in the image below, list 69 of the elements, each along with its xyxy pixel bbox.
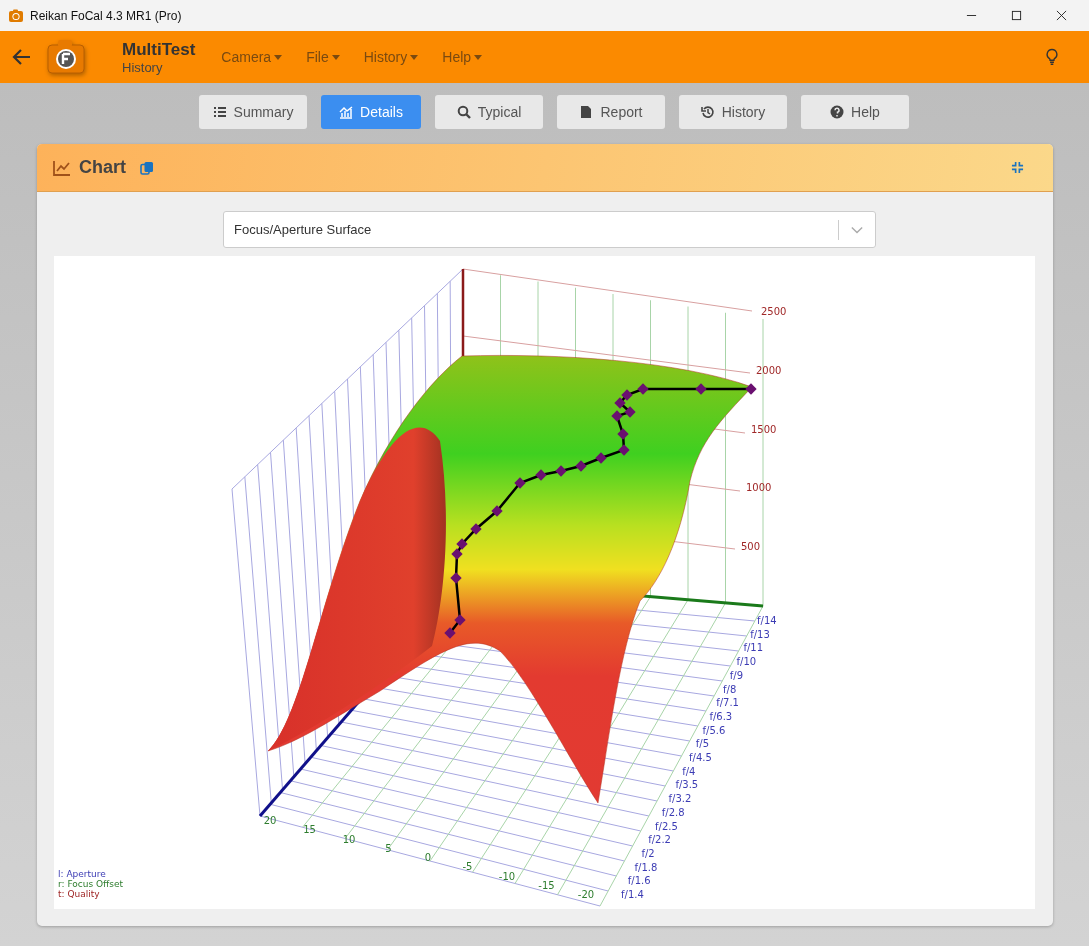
axis-legend-label: l: Aperture	[58, 869, 106, 879]
axis-tick-label: f/2	[641, 847, 655, 859]
tab[interactable]: Typical	[435, 95, 543, 129]
axis-tick-label: f/8	[723, 683, 737, 695]
axis-tick-label: 15	[303, 824, 316, 836]
menu-dropdown[interactable]: File	[294, 49, 352, 65]
axis-tick-label: 2000	[756, 364, 782, 376]
tab[interactable]: Details	[321, 95, 421, 129]
axis-tick-label: 1000	[746, 482, 772, 494]
panel-title: Chart	[79, 157, 126, 178]
axis-tick-label: f/2.8	[661, 806, 685, 818]
axis-tick-label: f/5	[695, 738, 710, 750]
tab[interactable]: Help	[801, 95, 909, 129]
app-subtitle: History	[122, 59, 164, 75]
axis-tick-label: 20	[263, 815, 277, 826]
axis-tick-label: f/1.8	[634, 861, 658, 873]
magnifier-icon	[456, 105, 471, 119]
axis-tick-label: f/10	[736, 656, 757, 668]
chart-type-select[interactable]: Focus/Aperture Surface	[223, 211, 876, 248]
axis-tick-label: f/11	[743, 642, 764, 654]
list-icon	[212, 105, 227, 119]
axis-tick-label: f/1.4	[621, 889, 644, 900]
axis-tick-label: f/2.2	[648, 834, 671, 846]
axis-tick-label: f/2.5	[655, 820, 678, 832]
axis-tick-label: f/3.2	[668, 793, 692, 805]
axis-tick-label: f/1.6	[627, 875, 651, 887]
lightbulb-icon[interactable]	[1045, 48, 1059, 66]
axis-tick-label: -5	[462, 861, 473, 873]
tab[interactable]: Report	[557, 95, 665, 129]
axis-tick-label: 5	[385, 842, 392, 854]
app-title: MultiTest	[122, 39, 196, 60]
axis-tick-label: f/9	[729, 669, 744, 681]
line-chart-icon	[53, 159, 71, 176]
app-icon	[8, 7, 24, 24]
axis-tick-label: 2500	[761, 306, 787, 317]
axis-tick-label: 1500	[751, 423, 777, 435]
close-icon[interactable]	[1056, 10, 1067, 21]
menu-dropdown[interactable]: History	[351, 49, 431, 65]
axis-tick-label: f/4.5	[689, 752, 712, 763]
axis-tick-label: 500	[741, 541, 761, 552]
history-icon	[700, 105, 715, 119]
axis-tick-label: 10	[342, 833, 356, 845]
axis-legend-label: r: Focus Offset	[58, 879, 124, 889]
axis-tick-label: -10	[498, 870, 516, 882]
maximize-icon[interactable]	[1011, 10, 1022, 21]
axis-tick-label: f/5.6	[702, 724, 726, 736]
axis-tick-label: 0	[424, 852, 432, 863]
axis-tick-label: f/14	[757, 615, 777, 626]
copy-icon[interactable]	[140, 160, 154, 175]
axis-tick-label: -15	[538, 879, 555, 891]
axis-legend-label: t: Quality	[58, 889, 100, 899]
menu-dropdown[interactable]: Camera	[209, 49, 295, 65]
axis-tick-label: f/4	[682, 765, 696, 777]
axis-tick-label: f/7.1	[716, 697, 739, 709]
tab[interactable]: History	[679, 95, 787, 129]
axis-tick-label: f/3.5	[675, 779, 699, 791]
chart-icon	[339, 105, 354, 119]
back-arrow-icon[interactable]	[12, 47, 32, 67]
menu-dropdown[interactable]: Help	[430, 49, 495, 65]
axis-tick-label: -20	[577, 889, 595, 900]
window-title: Reikan FoCal 4.3 MR1 (Pro)	[30, 8, 183, 23]
tab[interactable]: Summary	[199, 95, 307, 129]
document-icon	[579, 105, 594, 119]
help-icon	[830, 105, 845, 119]
chevron-down-icon	[851, 225, 863, 234]
axis-tick-label: f/6.3	[709, 710, 733, 722]
collapse-icon[interactable]	[1011, 161, 1024, 174]
camera-logo-icon	[46, 37, 86, 77]
axis-tick-label: f/13	[750, 628, 770, 640]
